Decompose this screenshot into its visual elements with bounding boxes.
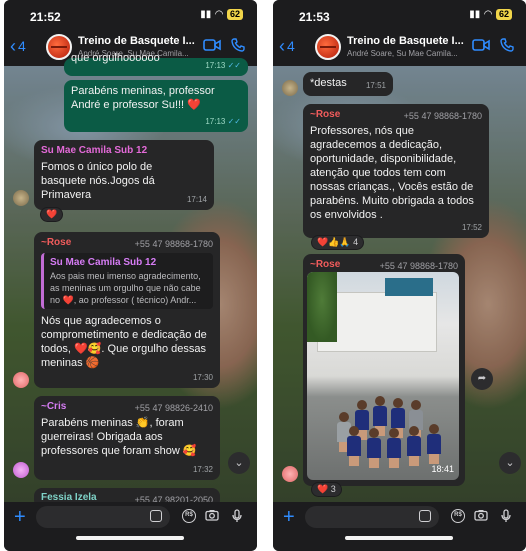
status-icons: ▮▮ ◠ 62 xyxy=(469,9,512,20)
plus-icon[interactable]: + xyxy=(14,506,26,529)
photo-person xyxy=(347,426,361,466)
camera-icon[interactable] xyxy=(205,509,219,521)
message-text: Nós que agradecemos o comprometimento e … xyxy=(41,315,207,369)
sticker-icon[interactable] xyxy=(150,510,162,522)
camera-icon[interactable] xyxy=(474,509,488,521)
chevron-down-icon[interactable]: ⌄ xyxy=(228,452,250,474)
quoted-text: Aos pais meu imenso agradecimento, as me… xyxy=(50,271,201,305)
chevron-down-icon[interactable]: ⌄ xyxy=(499,452,521,474)
home-indicator xyxy=(345,536,453,540)
home-indicator xyxy=(76,536,184,540)
message-reaction[interactable]: ❤️👍🙏 4 xyxy=(311,235,365,250)
message-reaction[interactable]: ❤️ 3 xyxy=(311,482,342,497)
phone-icon[interactable] xyxy=(231,38,245,52)
message-time: 17:51 xyxy=(365,81,386,90)
status-icons: ▮▮ ◠ 62 xyxy=(200,9,243,20)
chat-screen-left: 21:52 ▮▮ ◠ 62 ‹ 4 Treino de Basquete I..… xyxy=(4,0,257,551)
signal-icon: ▮▮ xyxy=(200,9,212,20)
chevron-left-icon: ‹ xyxy=(279,36,285,56)
wifi-icon: ◠ xyxy=(484,9,492,20)
back-count: 4 xyxy=(18,38,26,54)
chat-screen-right: 21:53 ▮▮ ◠ 62 ‹ 4 Treino de Basquete I..… xyxy=(273,0,526,551)
group-avatar[interactable] xyxy=(46,34,72,60)
message-time: 17:13 ✓✓ xyxy=(205,61,241,70)
video-camera-icon[interactable] xyxy=(203,38,221,52)
battery-icon: 62 xyxy=(495,9,512,20)
quoted-sender: Su Mae Camila Sub 12 xyxy=(50,257,157,268)
battery-icon: 62 xyxy=(226,9,243,20)
back-button[interactable]: ‹ 4 xyxy=(279,36,295,56)
message-composer: + R$ xyxy=(273,502,526,551)
message-text: Professores, nós que agradecemos a dedic… xyxy=(310,125,474,221)
sender-avatar[interactable] xyxy=(282,466,298,482)
group-title[interactable]: Treino de Basquete I... xyxy=(78,35,198,47)
photo-person xyxy=(387,428,401,468)
message-reaction[interactable]: ❤️ xyxy=(40,207,64,222)
signal-icon: ▮▮ xyxy=(469,9,481,20)
message-text: Fomos o único polo de basquete nós.Jogos… xyxy=(41,161,155,201)
sender-avatar[interactable] xyxy=(13,372,29,388)
sender-name[interactable]: Su Mae Camila Sub 12 xyxy=(41,144,207,158)
sender-phone: +55 47 98868-1780 xyxy=(403,111,482,121)
group-title[interactable]: Treino de Basquete I... xyxy=(347,35,467,47)
status-bar: 21:52 ▮▮ ◠ 62 xyxy=(4,0,257,28)
message-text: *destas xyxy=(310,77,347,89)
read-ticks-icon: ✓✓ xyxy=(227,61,241,70)
photo-banner xyxy=(385,278,433,296)
video-camera-icon[interactable] xyxy=(472,38,490,52)
microphone-icon[interactable] xyxy=(501,509,511,523)
phone-icon[interactable] xyxy=(500,38,514,52)
group-members[interactable]: André Soare, Su Mae Camila... xyxy=(347,49,463,58)
shared-photo[interactable]: 18:41 xyxy=(307,272,459,480)
sender-avatar[interactable] xyxy=(282,80,298,96)
read-ticks-icon: ✓✓ xyxy=(227,117,241,126)
sticker-icon[interactable] xyxy=(419,510,431,522)
message-bubble-outgoing[interactable]: que orgulhoooooo 17:13 ✓✓ xyxy=(64,52,248,76)
photo-time: 18:41 xyxy=(431,464,454,474)
microphone-icon[interactable] xyxy=(232,509,242,523)
photo-tree xyxy=(307,272,337,342)
sender-phone: +55 47 98826-2410 xyxy=(134,403,213,413)
status-bar: 21:53 ▮▮ ◠ 62 xyxy=(273,0,526,28)
sender-avatar[interactable] xyxy=(13,190,29,206)
back-count: 4 xyxy=(287,38,295,54)
rs-payment-icon[interactable]: R$ xyxy=(451,509,465,523)
message-bubble-incoming[interactable]: *destas 17:51 xyxy=(303,72,393,96)
message-text: Parabéns meninas 👏, foram guerreiras! Ob… xyxy=(41,417,197,457)
chat-header: ‹ 4 Treino de Basquete I... André Soare,… xyxy=(273,28,526,66)
photo-person xyxy=(427,424,441,464)
photo-person xyxy=(407,426,421,466)
chevron-left-icon: ‹ xyxy=(10,36,16,56)
sender-phone: +55 47 98868-1780 xyxy=(379,261,458,271)
message-bubble-incoming[interactable]: Su Mae Camila Sub 12 Fomos o único polo … xyxy=(34,140,214,210)
sender-phone: +55 47 98868-1780 xyxy=(134,239,213,249)
message-bubble-incoming[interactable]: ~Cris +55 47 98826-2410 Parabéns meninas… xyxy=(34,396,220,480)
message-time: 17:13 ✓✓ xyxy=(205,117,241,126)
group-avatar[interactable] xyxy=(315,34,341,60)
message-text: que orgulhoooooo xyxy=(71,52,160,64)
rs-payment-icon[interactable]: R$ xyxy=(182,509,196,523)
quoted-message[interactable]: Su Mae Camila Sub 12 Aos pais meu imenso… xyxy=(41,253,213,309)
message-time: 17:30 xyxy=(192,373,213,382)
back-button[interactable]: ‹ 4 xyxy=(10,36,26,56)
message-bubble-incoming[interactable]: ~Rose +55 47 98868-1780 Su Mae Camila Su… xyxy=(34,232,220,388)
message-time: 17:32 xyxy=(192,465,213,474)
status-time: 21:53 xyxy=(299,10,330,24)
forward-icon[interactable]: ➦ xyxy=(471,368,493,390)
status-time: 21:52 xyxy=(30,10,61,24)
photo-person xyxy=(367,428,381,468)
wifi-icon: ◠ xyxy=(215,9,223,20)
message-text: Parabéns meninas, professor André e prof… xyxy=(71,85,215,111)
sender-avatar[interactable] xyxy=(13,462,29,478)
message-time: 17:52 xyxy=(461,223,482,232)
message-bubble-photo[interactable]: ~Rose +55 47 98868-1780 18:41 xyxy=(303,254,465,486)
message-time: 17:14 xyxy=(186,195,207,204)
plus-icon[interactable]: + xyxy=(283,506,295,529)
message-bubble-incoming[interactable]: ~Rose +55 47 98868-1780 Professores, nós… xyxy=(303,104,489,238)
message-composer: + R$ xyxy=(4,502,257,551)
message-bubble-outgoing[interactable]: Parabéns meninas, professor André e prof… xyxy=(64,80,248,132)
